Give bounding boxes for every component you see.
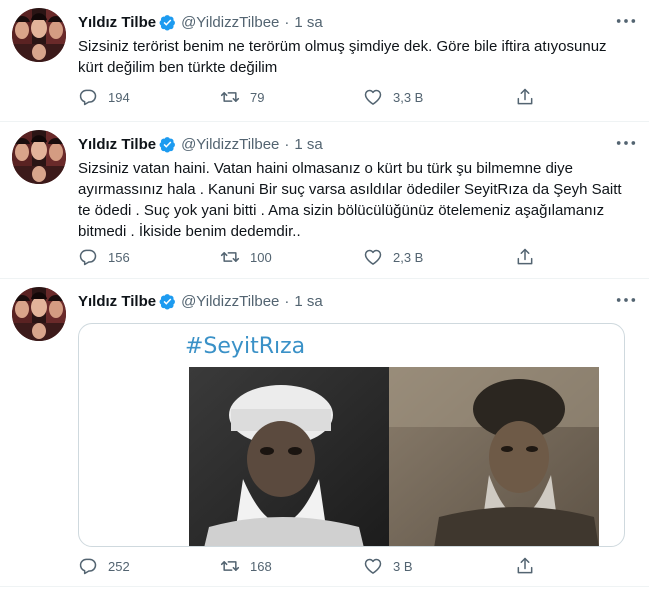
retweet-icon [220,556,240,576]
tweet-header: Yıldız Tilbe @YildizzTilbee · 1 sa [78,134,323,154]
tweet-1[interactable]: Yıldız Tilbe @YildizzTilbee · 1 sa Sizsi… [0,0,649,122]
tweet-actions: 252 168 3 B [78,555,548,577]
media-hashtag: #SeyitRıza [185,334,306,359]
avatar[interactable] [12,130,66,184]
retweet-button[interactable]: 79 [220,86,264,108]
retweet-count: 100 [250,249,272,265]
retweet-button[interactable]: 168 [220,555,272,577]
retweet-icon [220,87,240,107]
reply-icon [78,247,98,267]
tweet-header: Yıldız Tilbe @YildizzTilbee · 1 sa [78,291,323,311]
share-button[interactable] [515,86,535,108]
tweet-timestamp[interactable]: 1 sa [294,136,322,153]
reply-count: 252 [108,558,130,574]
retweet-count: 79 [250,89,265,105]
tweet-timestamp[interactable]: 1 sa [294,293,322,310]
more-dots-icon[interactable] [615,293,637,307]
reply-button[interactable]: 194 [78,86,130,108]
author-name[interactable]: Yıldız Tilbe [78,14,156,31]
author-name[interactable]: Yıldız Tilbe [78,136,156,153]
like-button[interactable]: 3,3 B [363,86,423,108]
share-button[interactable] [515,555,535,577]
divider [0,586,649,587]
retweet-button[interactable]: 100 [220,246,272,268]
reply-count: 194 [108,89,130,105]
reply-button[interactable]: 252 [78,555,130,577]
share-icon [515,247,535,267]
tweet-text: Sizsiniz terörist benim ne terörüm olmuş… [78,38,607,76]
verified-badge-icon [159,293,176,310]
media-photo [189,367,599,546]
tweet-media[interactable]: #SeyitRıza [78,323,625,547]
like-button[interactable]: 2,3 B [363,246,423,268]
like-count: 3 B [393,558,413,574]
heart-icon [363,87,383,107]
author-handle[interactable]: @YildizzTilbee [181,293,279,310]
tweet-actions: 194 79 3,3 B [78,86,548,108]
like-count: 2,3 B [393,249,424,265]
tweet-header: Yıldız Tilbe @YildizzTilbee · 1 sa [78,12,323,32]
avatar[interactable] [12,8,66,62]
share-icon [515,556,535,576]
reply-button[interactable]: 156 [78,246,130,268]
heart-icon [363,556,383,576]
avatar[interactable] [12,287,66,341]
tweet-actions: 156 100 2,3 B [78,246,548,268]
author-handle[interactable]: @YildizzTilbee [181,14,279,31]
share-icon [515,87,535,107]
more-dots-icon[interactable] [615,14,637,28]
like-button[interactable]: 3 B [363,555,413,577]
reply-icon [78,87,98,107]
tweet-timestamp[interactable]: 1 sa [294,14,322,31]
retweet-icon [220,247,240,267]
heart-icon [363,247,383,267]
like-count: 3,3 B [393,89,424,105]
author-handle[interactable]: @YildizzTilbee [181,136,279,153]
tweet-3[interactable]: Yıldız Tilbe @YildizzTilbee · 1 sa #Seyi… [0,279,649,587]
retweet-count: 168 [250,558,272,574]
share-button[interactable] [515,246,535,268]
reply-icon [78,556,98,576]
separator-dot: · [284,13,290,31]
reply-count: 156 [108,249,130,265]
more-dots-icon[interactable] [615,136,637,150]
separator-dot: · [284,292,290,310]
tweet-text: Sizsiniz vatan haini. Vatan haini olmasa… [78,160,622,240]
separator-dot: · [284,135,290,153]
verified-badge-icon [159,14,176,31]
tweet-2[interactable]: Yıldız Tilbe @YildizzTilbee · 1 sa Sizsi… [0,122,649,279]
verified-badge-icon [159,136,176,153]
author-name[interactable]: Yıldız Tilbe [78,293,156,310]
